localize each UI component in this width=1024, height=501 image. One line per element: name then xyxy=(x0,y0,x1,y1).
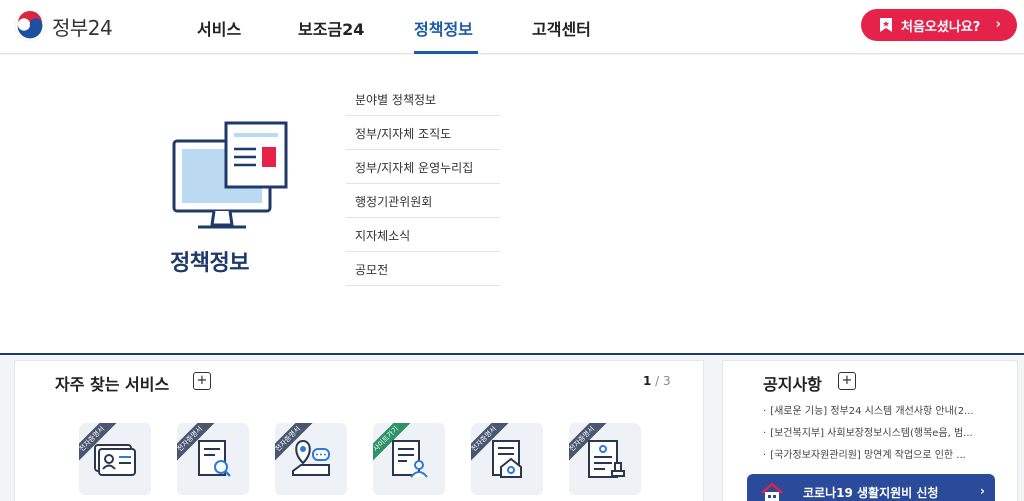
frequent-services-more-button[interactable]: + xyxy=(193,372,211,390)
monitor-document-icon xyxy=(172,121,288,229)
top-header: 정부24 서비스 보조금24 정책정보 고객센터 처음오셨나요? › xyxy=(0,0,1024,54)
menu-item-policy-by-field[interactable]: 분야별 정책정보 xyxy=(346,82,500,116)
bookmark-icon xyxy=(880,18,892,32)
location-chat-icon xyxy=(292,439,330,476)
notice-more-button[interactable]: + xyxy=(838,372,856,390)
house-icon xyxy=(761,482,783,501)
service-tile-1[interactable]: 전자증명서 xyxy=(79,423,151,495)
nav-policy-info[interactable]: 정책정보 xyxy=(414,16,473,40)
first-visit-button[interactable]: 처음오셨나요? › xyxy=(861,9,1017,41)
site-logo[interactable]: 정부24 xyxy=(14,10,113,42)
nav-subsidy24[interactable]: 보조금24 xyxy=(298,16,364,40)
notice-item[interactable]: [국가정보자원관리원] 망연계 작업으로 인한 ... xyxy=(763,446,989,468)
service-tile-4[interactable]: 사이트가기 xyxy=(373,423,445,495)
service-tile-6[interactable]: 전자증명서 xyxy=(569,423,641,495)
notice-item[interactable]: [보건복지부] 사회보장정보시스템(행복e음, 범... xyxy=(763,424,989,446)
certificate-stamp-icon xyxy=(588,440,625,478)
menu-item-admin-committees[interactable]: 행정기관위원회 xyxy=(346,184,500,218)
page-separator: / xyxy=(651,374,664,388)
covid-support-label: 코로나19 생활지원비 신청 xyxy=(803,486,939,500)
service-tile-3[interactable]: 전자증명서 xyxy=(275,423,347,495)
person-document-icon xyxy=(392,440,428,478)
logo-text: 정부24 xyxy=(52,15,113,40)
notice-item[interactable]: [새로운 기능] 정부24 시스템 개선사항 안내(2... xyxy=(763,402,989,424)
id-card-icon xyxy=(94,444,136,476)
menu-item-local-news[interactable]: 지자체소식 xyxy=(346,218,500,252)
first-visit-label: 처음오셨나요? xyxy=(901,19,981,35)
menu-item-gov-websites[interactable]: 정부/지자체 운영누리집 xyxy=(346,150,500,184)
notice-list: [새로운 기능] 정부24 시스템 개선사항 안내(2... [보건복지부] 사… xyxy=(763,402,989,468)
nav-customer-center[interactable]: 고객센터 xyxy=(532,16,591,40)
frequent-services-title: 자주 찾는 서비스 xyxy=(55,375,170,394)
notice-title: 공지사항 xyxy=(763,375,822,394)
menu-item-contest[interactable]: 공모전 xyxy=(346,252,500,286)
service-tile-2[interactable]: 전자증명서 xyxy=(177,423,249,495)
house-document-icon xyxy=(492,440,522,478)
service-tile-5[interactable]: 전자증명서 xyxy=(471,423,543,495)
document-search-icon xyxy=(198,440,231,477)
dropdown-title: 정책정보 xyxy=(170,251,249,276)
page-total: 3 xyxy=(663,374,671,388)
policy-info-dropdown: 정책정보 분야별 정책정보 정부/지자체 조직도 정부/지자체 운영누리집 행정… xyxy=(0,55,1024,355)
notice-card: 공지사항 + [새로운 기능] 정부24 시스템 개선사항 안내(2... [보… xyxy=(722,360,1018,501)
chevron-right-icon: › xyxy=(980,484,985,498)
menu-item-org-chart[interactable]: 정부/지자체 조직도 xyxy=(346,116,500,150)
taegeuk-logo-icon xyxy=(14,10,46,42)
nav-services[interactable]: 서비스 xyxy=(197,16,241,40)
dropdown-menu-list: 분야별 정책정보 정부/지자체 조직도 정부/지자체 운영누리집 행정기관위원회… xyxy=(346,82,500,286)
covid-support-button[interactable]: 코로나19 생활지원비 신청 › xyxy=(747,474,995,501)
services-pagination: 1 / 3 xyxy=(643,374,671,388)
chevron-right-icon: › xyxy=(995,17,1001,32)
frequent-services-card: 자주 찾는 서비스 + 1 / 3 전자증명서 전자증명서 전자증명서 사이트가… xyxy=(14,360,704,501)
active-nav-underline xyxy=(414,51,478,54)
